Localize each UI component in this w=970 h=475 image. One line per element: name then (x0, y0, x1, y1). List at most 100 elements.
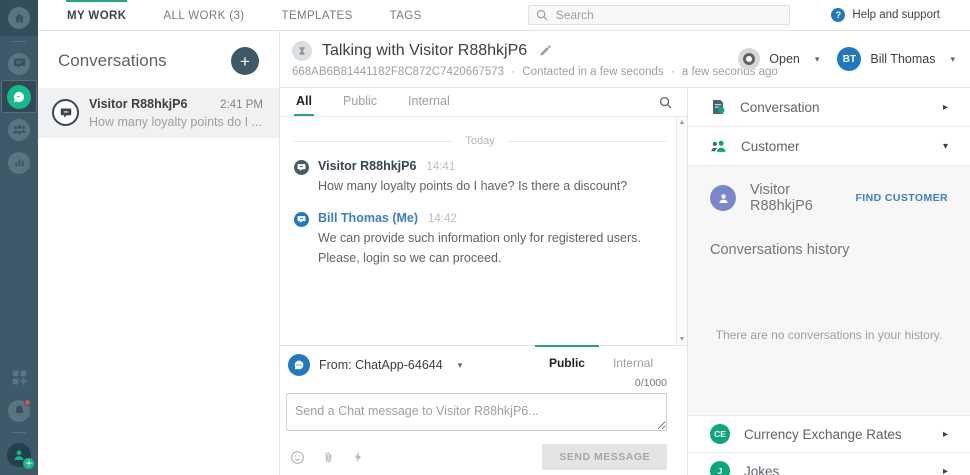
messages-scrollbar[interactable]: ▲ ▼ (676, 117, 687, 345)
chevron-down-icon: ▾ (950, 54, 955, 65)
tab-all-work[interactable]: ALL WORK (3) (162, 0, 245, 30)
tab-public-messages[interactable]: Public (341, 88, 379, 116)
message-thread: Today Visitor R88hkjP6 14:41 (280, 117, 687, 345)
help-and-support-button[interactable]: ? Help and support (831, 0, 940, 30)
sidebar-item-team[interactable] (0, 113, 38, 146)
chatapp-bubble-icon (288, 354, 310, 376)
sidebar-item-notifications[interactable] (0, 394, 38, 427)
sidebar-divider (12, 432, 26, 433)
section-label: Customer (741, 139, 929, 154)
sidebar-item-conversations[interactable] (0, 47, 38, 80)
app-sidebar (0, 0, 38, 475)
composer-tabs: Public Internal (535, 345, 667, 376)
section-customer[interactable]: Customer ▾ (688, 127, 970, 166)
message-text: Please, login so we can proceed. (318, 248, 641, 268)
bar-chart-icon (8, 152, 30, 174)
sidebar-item-profile[interactable] (0, 438, 38, 471)
tab-my-work[interactable]: MY WORK (66, 0, 127, 30)
chevron-down-icon: ▾ (458, 360, 463, 371)
conversations-header: Conversations + (38, 31, 279, 88)
sidebar-item-apps[interactable] (0, 361, 38, 394)
visitor-name: Visitor R88hkjP6 (750, 182, 841, 214)
message-text: How many loyalty points do I have? Is th… (318, 176, 627, 196)
sidebar-item-analytics[interactable] (0, 146, 38, 179)
tab-all-messages[interactable]: All (294, 88, 314, 116)
scroll-up-arrow[interactable]: ▲ (679, 119, 686, 126)
message-time: 14:42 (428, 213, 457, 225)
message-body: Visitor R88hkjP6 14:41 How many loyalty … (318, 159, 627, 196)
meta-separator: · (671, 66, 675, 78)
main-area: MY WORK ALL WORK (3) TEMPLATES TAGS ? He… (38, 0, 970, 475)
composer-tab-public[interactable]: Public (535, 345, 599, 376)
notification-badge (24, 399, 31, 406)
section-label: Currency Exchange Rates (744, 427, 929, 442)
char-counter: 0/1000 (286, 376, 667, 393)
customer-people-icon (710, 138, 727, 155)
customer-details: Visitor R88hkjP6 FIND CUSTOMER Conversat… (688, 166, 970, 416)
search-input[interactable] (556, 8, 783, 22)
chat-message: Bill Thomas (Me) 14:42 We can provide su… (294, 211, 666, 268)
attachment-icon[interactable] (322, 451, 335, 464)
from-label: From: ChatApp-64644 (319, 358, 443, 372)
visitor-chat-icon (52, 99, 79, 126)
message-input[interactable] (286, 393, 667, 431)
status-label: Open (769, 52, 800, 66)
expand-arrow-icon: ▸ (943, 429, 948, 440)
chat-bubble-icon (7, 85, 31, 109)
content-row: Conversations + Visitor R88hkjP6 2:41 PM… (38, 31, 970, 475)
tab-templates[interactable]: TEMPLATES (281, 0, 354, 30)
message-time: 14:41 (426, 161, 455, 173)
conversation-item-preview: How many loyalty points do I ... (89, 115, 263, 129)
conversations-title: Conversations (58, 51, 167, 71)
find-customer-button[interactable]: FIND CUSTOMER (855, 192, 948, 204)
work-body: All Public Internal Today (280, 88, 970, 475)
details-panel: Conversation ▸ Customer ▾ (688, 88, 970, 475)
history-empty-text: There are no conversations in your histo… (710, 328, 948, 342)
chat-title: Talking with Visitor R88hkjP6 (322, 42, 527, 60)
section-currency-exchange[interactable]: CE Currency Exchange Rates ▸ (688, 416, 970, 453)
status-dropdown[interactable]: Open ▾ (738, 48, 819, 70)
chat-contacted: Contacted in a few seconds (522, 66, 663, 78)
scroll-down-arrow[interactable]: ▼ (679, 336, 686, 343)
conversation-item-name: Visitor R88hkjP6 (89, 97, 187, 111)
conversation-item-time: 2:41 PM (220, 99, 263, 111)
tab-internal-messages[interactable]: Internal (406, 88, 452, 116)
conversation-item-body: Visitor R88hkjP6 2:41 PM How many loyalt… (89, 97, 263, 129)
from-selector[interactable]: From: ChatApp-64644 ▾ (286, 346, 462, 376)
message-text: We can provide such information only for… (318, 228, 641, 248)
send-message-button[interactable]: SEND MESSAGE (542, 444, 667, 470)
team-icon (8, 119, 30, 141)
search-messages-icon[interactable] (658, 95, 673, 110)
composer-tab-internal[interactable]: Internal (599, 345, 667, 376)
new-conversation-button[interactable]: + (231, 47, 259, 75)
expand-arrow-icon: ▸ (943, 102, 948, 113)
message-composer: From: ChatApp-64644 ▾ Public Internal 0/… (280, 345, 687, 475)
section-label: Conversation (740, 100, 929, 115)
global-search[interactable] (528, 5, 790, 25)
speech-bubble-lines-icon (8, 53, 30, 75)
sidebar-item-home[interactable] (0, 0, 38, 36)
pending-hourglass-icon (292, 41, 312, 61)
sidebar-item-chat-active[interactable] (0, 80, 38, 113)
conversation-list-item[interactable]: Visitor R88hkjP6 2:41 PM How many loyalt… (38, 88, 279, 138)
profile-avatar (7, 443, 31, 467)
chevron-down-icon: ▾ (815, 54, 820, 65)
agent-dropdown[interactable]: BT Bill Thomas ▾ (837, 47, 955, 71)
expand-arrow-icon: ▸ (943, 466, 948, 475)
shortcuts-bolt-icon[interactable] (352, 451, 364, 463)
settings-gear-icon (23, 458, 34, 469)
messages-list: Today Visitor R88hkjP6 14:41 (280, 117, 676, 345)
edit-title-icon[interactable] (539, 44, 552, 57)
chat-header: Talking with Visitor R88hkjP6 668AB6B814… (280, 31, 970, 88)
section-conversation[interactable]: Conversation ▸ (688, 88, 970, 127)
work-area: Talking with Visitor R88hkjP6 668AB6B814… (280, 31, 970, 475)
jokes-badge-icon: J (710, 461, 730, 475)
section-jokes[interactable]: J Jokes ▸ (688, 453, 970, 475)
message-filter-tabs: All Public Internal (280, 88, 687, 117)
apps-grid-icon (11, 369, 28, 386)
top-bar: MY WORK ALL WORK (3) TEMPLATES TAGS ? He… (38, 0, 970, 31)
emoji-icon[interactable] (290, 450, 305, 465)
tab-tags[interactable]: TAGS (389, 0, 423, 30)
composer-actions: SEND MESSAGE (286, 444, 667, 470)
open-status-icon (738, 48, 760, 70)
